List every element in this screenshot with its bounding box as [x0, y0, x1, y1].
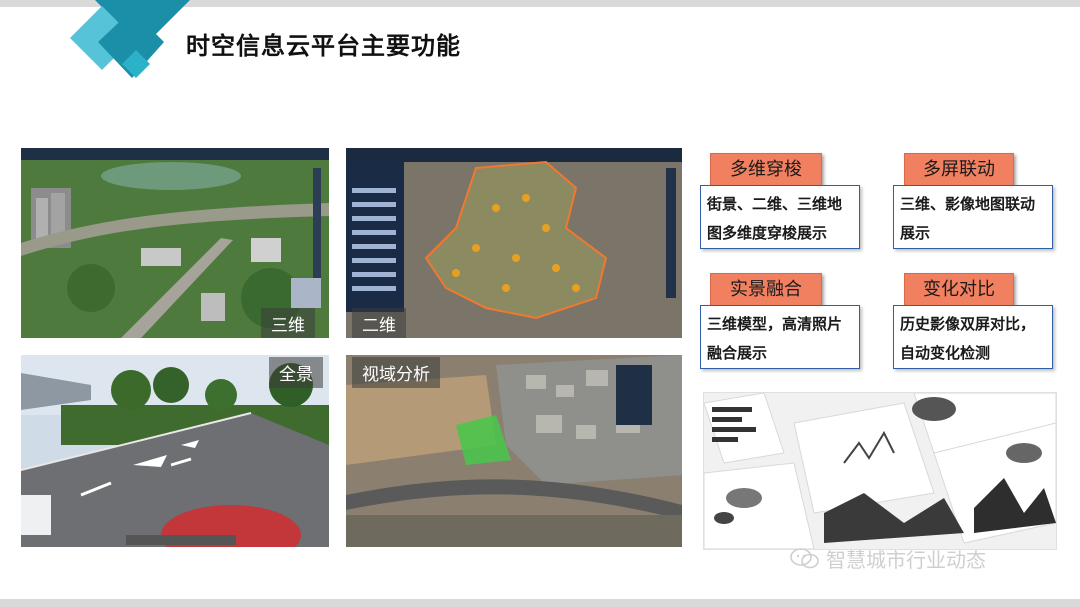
function-tag-change-compare: 变化对比	[904, 273, 1014, 307]
function-tag-reality-fusion: 实景融合	[710, 273, 822, 307]
function-desc-line: 展示	[900, 224, 931, 242]
function-tag-multiscreen: 多屏联动	[904, 153, 1014, 187]
function-desc-change-compare: 历史影像双屏对比， 自动变化检测	[893, 305, 1053, 369]
function-desc-line: 自动变化检测	[900, 344, 991, 362]
screenshot-label-3d: 三维	[261, 308, 315, 338]
bottom-bar	[0, 599, 1080, 607]
watermark-text: 智慧城市行业动态	[826, 548, 986, 572]
function-desc-reality-fusion: 三维模型，高清照片 融合展示	[700, 305, 860, 369]
infographic-graphics	[704, 393, 1056, 549]
function-tag-multidim: 多维穿梭	[710, 153, 822, 187]
function-desc-multiscreen: 三维、影像地图联动 展示	[893, 185, 1053, 249]
screenshot-panorama: 全景	[21, 355, 329, 547]
watermark: 智慧城市行业动态	[790, 544, 986, 573]
function-desc-line: 图多维度穿梭展示	[707, 224, 828, 242]
function-desc-multidim: 街景、二维、三维地 图多维度穿梭展示	[700, 185, 860, 249]
screenshot-2d: 二维	[346, 148, 682, 338]
wechat-icon	[790, 547, 819, 568]
function-desc-line: 历史影像双屏对比，	[900, 315, 1036, 333]
screenshot-label-viewshed: 视域分析	[352, 357, 440, 388]
function-desc-line: 街景、二维、三维地	[707, 195, 843, 213]
screenshot-label-panorama: 全景	[269, 357, 323, 388]
function-desc-line: 融合展示	[707, 344, 768, 362]
teal-diamond-logo	[70, 0, 190, 78]
screenshot-label-2d: 二维	[352, 308, 406, 338]
screenshot-viewshed: 视域分析	[346, 355, 682, 547]
function-desc-line: 三维、影像地图联动	[900, 195, 1036, 213]
screenshot-3d: 三维	[21, 148, 329, 338]
infographic-collage-image	[703, 392, 1057, 550]
function-desc-line: 三维模型，高清照片	[707, 315, 843, 333]
page-title: 时空信息云平台主要功能	[186, 32, 461, 60]
